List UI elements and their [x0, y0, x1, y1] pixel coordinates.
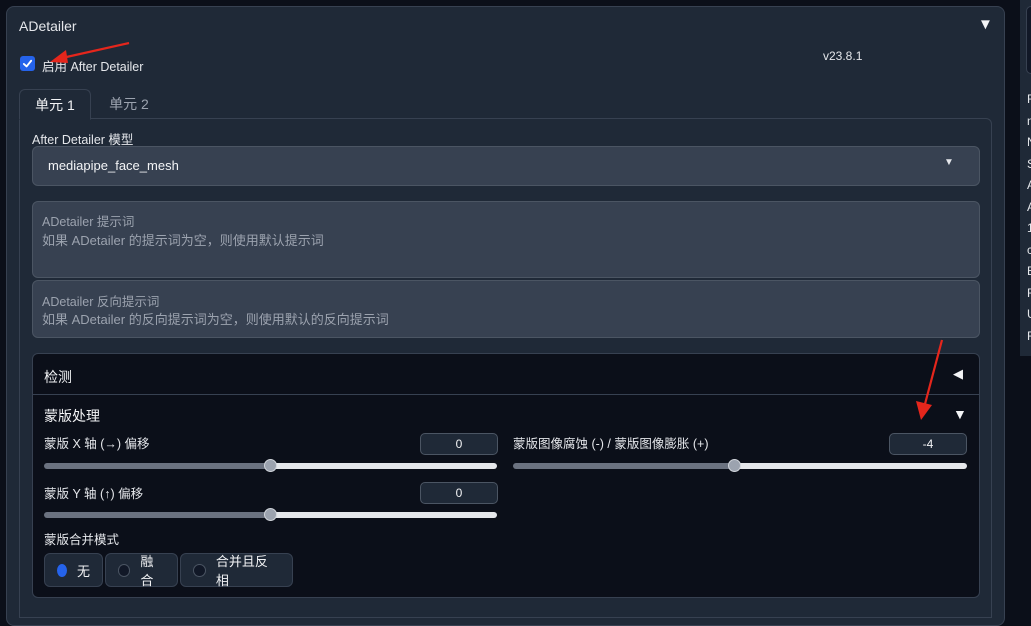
caret-down-icon[interactable]: ▼ [944, 157, 954, 168]
negative-prompt-label: ADetailer 反向提示词 [42, 295, 160, 309]
radio-label: 无 [76, 563, 90, 579]
right-side-letter: S [1027, 157, 1031, 171]
mask-title[interactable]: 蒙版处理 [44, 406, 100, 426]
negative-prompt-placeholder: 如果 ADetailer 的反向提示词为空，则使用默认的反向提示词 [42, 312, 389, 327]
right-side-box [1026, 6, 1031, 74]
right-side-letter: N [1027, 135, 1031, 149]
enable-checkbox[interactable] [20, 56, 35, 71]
panel-title: ADetailer [19, 18, 77, 34]
merge-mode-option-merge-invert[interactable]: 合并且反相 [180, 553, 293, 588]
tab-unit-2[interactable]: 单元 2 [98, 89, 160, 120]
x-offset-number[interactable]: 0 [420, 433, 498, 455]
right-side-letter: A [1027, 178, 1031, 192]
triangle-down-icon[interactable]: ▼ [953, 406, 967, 422]
merge-mode-option-merge[interactable]: 融合 [105, 553, 178, 588]
version-label: v23.8.1 [823, 49, 863, 63]
radio-unselected-icon [118, 563, 131, 577]
slider-thumb[interactable] [264, 459, 277, 472]
right-side-letter: c [1027, 242, 1031, 257]
merge-mode-option-none[interactable]: 无 [44, 553, 103, 587]
negative-prompt-textarea[interactable]: ADetailer 反向提示词 如果 ADetailer 的反向提示词为空，则使… [32, 280, 980, 338]
prompt-label: ADetailer 提示词 [42, 215, 135, 229]
tab-unit-1[interactable]: 单元 1 [19, 89, 91, 120]
radio-label: 合并且反相 [215, 554, 268, 588]
right-side-letter: F [1027, 92, 1031, 106]
merge-mode-label: 蒙版合并模式 [44, 533, 120, 547]
right-side-letter: U [1027, 307, 1031, 321]
enable-label[interactable]: 启用 After Detailer [42, 56, 143, 75]
y-offset-slider[interactable] [44, 507, 497, 523]
right-side-letter: A [1027, 200, 1031, 214]
erode-dilate-label: 蒙版图像腐蚀 (-) / 蒙版图像膨胀 (+) [513, 437, 709, 451]
right-side-letter: F [1027, 285, 1031, 300]
detection-title[interactable]: 检测 [44, 367, 72, 387]
divider [33, 394, 979, 395]
y-offset-number[interactable]: 0 [420, 482, 498, 504]
right-side-letter: E [1027, 264, 1031, 278]
prompt-placeholder: 如果 ADetailer 的提示词为空，则使用默认提示词 [42, 233, 324, 248]
slider-thumb[interactable] [264, 508, 277, 521]
triangle-down-icon[interactable]: ▼ [978, 16, 993, 33]
x-offset-label: 蒙版 X 轴 (→) 偏移 [44, 437, 150, 451]
triangle-left-icon[interactable]: ◀ [953, 366, 963, 382]
model-select-value: mediapipe_face_mesh [48, 158, 179, 173]
radio-unselected-icon [193, 563, 206, 577]
right-side-letter: 1 [1027, 221, 1031, 235]
erode-dilate-slider[interactable] [513, 458, 967, 474]
y-offset-label: 蒙版 Y 轴 (↑) 偏移 [44, 487, 144, 501]
right-side-letter: n [1027, 113, 1031, 128]
slider-thumb[interactable] [728, 459, 741, 472]
prompt-textarea[interactable]: ADetailer 提示词 如果 ADetailer 的提示词为空，则使用默认提… [32, 201, 980, 278]
erode-dilate-number[interactable]: -4 [889, 433, 967, 455]
radio-selected-icon [57, 563, 67, 577]
right-side-letter: F [1027, 328, 1031, 343]
x-offset-slider[interactable] [44, 458, 497, 474]
check-icon [22, 59, 33, 68]
radio-label: 融合 [140, 554, 154, 588]
